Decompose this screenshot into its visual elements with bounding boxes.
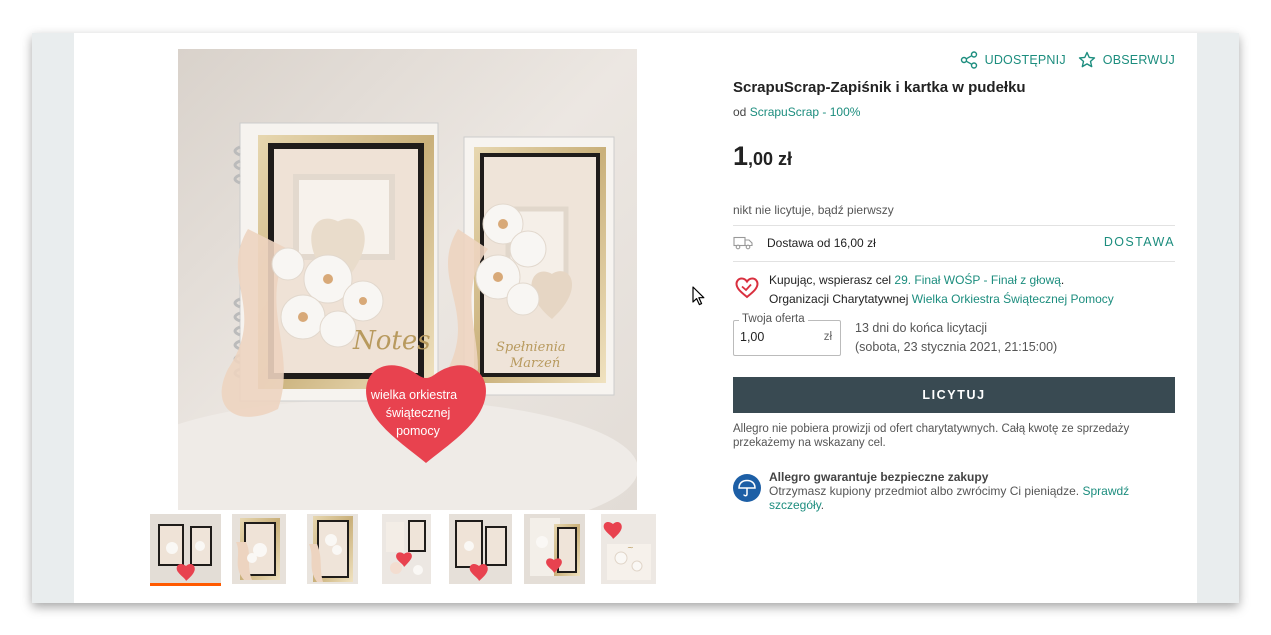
thumbnail-4[interactable] xyxy=(382,514,431,584)
buyer-protection-body: Otrzymasz kupiony przedmiot albo zwrócim… xyxy=(769,484,1080,498)
seller-line: od ScrapuScrap - 100% xyxy=(733,105,860,119)
charity-line-1: Kupując, wspierasz cel 29. Finał WOŚP - … xyxy=(769,273,1064,287)
thumbnail-3[interactable] xyxy=(307,514,358,584)
offer-currency: zł xyxy=(823,331,832,343)
offer-input-field[interactable]: Twoja oferta zł xyxy=(733,313,841,356)
delivery-row: Dostawa od 16,00 zł DOSTAWA xyxy=(733,232,1175,254)
main-product-image[interactable]: Notes Spełnienia Marzeń wielka orkiestra… xyxy=(178,49,637,510)
card-script-line2: Marzeń xyxy=(509,356,560,371)
card-script-line1: Spełnienia xyxy=(496,340,566,355)
share-icon xyxy=(960,51,977,69)
charity-line1-prefix: Kupując, wspierasz cel xyxy=(769,273,892,287)
offer-actions: UDOSTĘPNIJ OBSERWUJ xyxy=(960,51,1175,69)
buyer-protection-text: Otrzymasz kupiony przedmiot albo zwrócim… xyxy=(769,484,1169,512)
notebook-script-text: Notes xyxy=(352,326,431,356)
thumbnail-7[interactable]: ~ xyxy=(601,514,656,584)
offer-input[interactable] xyxy=(740,330,820,344)
bid-button[interactable]: LICYTUJ xyxy=(733,377,1175,413)
divider xyxy=(733,261,1175,262)
charity-line-2: Organizacji Charytatywnej Wielka Orkiest… xyxy=(769,292,1114,306)
delivery-link[interactable]: DOSTAWA xyxy=(1104,235,1175,249)
charity-line1-suffix: . xyxy=(1060,273,1065,287)
offer-card: Notes Spełnienia Marzeń wielka orkiestra… xyxy=(74,33,1197,603)
svg-text:~: ~ xyxy=(627,543,634,552)
bids-status: nikt nie licytuje, bądź pierwszy xyxy=(733,203,894,217)
thumbnail-strip: ~ xyxy=(150,514,656,586)
thumbnail-2[interactable] xyxy=(232,514,286,584)
charity-heart-icon xyxy=(735,277,759,299)
share-label: UDOSTĘPNIJ xyxy=(984,53,1066,67)
buyer-protection-title: Allegro gwarantuje bezpieczne zakupy xyxy=(769,470,989,484)
mouse-cursor-icon xyxy=(692,286,705,306)
thumbnail-1[interactable] xyxy=(150,514,221,586)
umbrella-icon xyxy=(733,474,761,502)
heart-text-line2: świątecznej xyxy=(386,406,451,420)
heart-text-line1: wielka orkiestra xyxy=(370,388,457,402)
seller-link[interactable]: ScrapuScrap - 100% xyxy=(750,105,861,119)
divider xyxy=(733,225,1175,226)
auction-time-left: 13 dni do końca licytacji xyxy=(855,321,988,335)
product-title: ScrapuScrap-Zapiśnik i kartka w pudełku xyxy=(733,79,1026,96)
offer-info-panel: UDOSTĘPNIJ OBSERWUJ ScrapuScrap-Zapiśnik… xyxy=(733,33,1175,603)
offer-label: Twoja oferta xyxy=(739,313,808,325)
price-integer: 1 xyxy=(733,141,749,171)
delivery-truck-icon xyxy=(733,236,753,250)
thumbnail-6[interactable] xyxy=(524,514,585,584)
watch-button[interactable]: OBSERWUJ xyxy=(1078,51,1175,69)
charity-goal-link[interactable]: 29. Finał WOŚP - Finał z głową xyxy=(894,273,1061,287)
watch-label: OBSERWUJ xyxy=(1102,53,1175,67)
star-icon xyxy=(1078,51,1095,68)
buyer-protection-suffix: . xyxy=(820,498,825,512)
heart-text-line3: pomocy xyxy=(396,424,441,438)
price: 1,00 zł xyxy=(733,141,792,172)
auction-end-date: (sobota, 23 stycznia 2021, 21:15:00) xyxy=(855,340,1058,354)
share-button[interactable]: UDOSTĘPNIJ xyxy=(960,51,1066,69)
charity-organization-link[interactable]: Wielka Orkiestra Świątecznej Pomocy xyxy=(912,292,1114,306)
thumbnail-5[interactable] xyxy=(449,514,512,584)
seller-prefix: od xyxy=(733,105,747,119)
charity-line2-prefix: Organizacji Charytatywnej xyxy=(769,292,909,306)
delivery-text: Dostawa od 16,00 zł xyxy=(767,236,876,250)
price-decimal: ,00 zł xyxy=(748,149,793,169)
product-photo-illustration: Notes Spełnienia Marzeń wielka orkiestra… xyxy=(178,49,637,510)
charity-commission-note: Allegro nie pobiera prowizji od ofert ch… xyxy=(733,423,1130,449)
page-frame: Notes Spełnienia Marzeń wielka orkiestra… xyxy=(32,33,1239,603)
